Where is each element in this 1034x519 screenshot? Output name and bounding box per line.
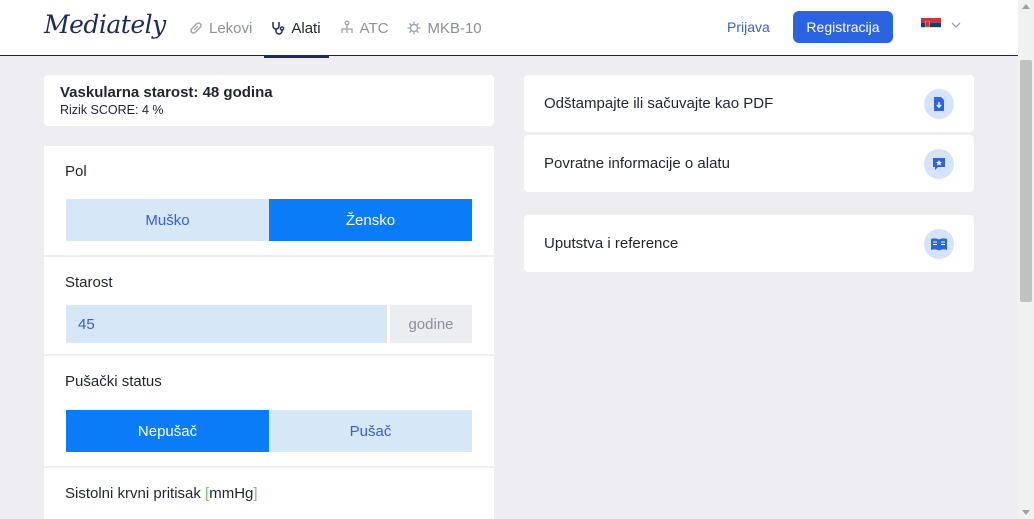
- logo[interactable]: Mediately: [44, 10, 166, 39]
- scroll-down-arrow-icon[interactable]: [1022, 510, 1030, 515]
- language-selector[interactable]: [921, 18, 961, 32]
- virus-icon: [407, 21, 421, 35]
- systolic-section: Sistolni krvni pritisak [mmHg]: [44, 468, 494, 519]
- vascular-age-result: Vaskularna starost: 48 godina: [60, 84, 273, 101]
- book-icon: [924, 228, 954, 259]
- result-card: Vaskularna starost: 48 godina Rizik SCOR…: [44, 75, 494, 126]
- age-input[interactable]: 45: [66, 305, 387, 343]
- sex-option-male[interactable]: Muško: [66, 199, 269, 241]
- score-risk-result: Rizik SCORE: 4 %: [60, 103, 164, 117]
- print-pdf-action[interactable]: Odštampajte ili sačuvajte kao PDF: [524, 75, 974, 132]
- age-section: Starost 45 godine: [44, 257, 494, 354]
- serbia-flag-icon: [921, 18, 941, 32]
- smoking-section: Pušački status Nepušač Pušač: [44, 356, 494, 466]
- page-scrollbar[interactable]: [1018, 0, 1034, 519]
- nav-item-label: Lekovi: [209, 19, 253, 37]
- smoking-option-nonsmoker[interactable]: Nepušač: [66, 410, 269, 452]
- systolic-label: Sistolni krvni pritisak [mmHg]: [65, 485, 258, 502]
- nav-item-alati[interactable]: Alati: [264, 0, 329, 58]
- nav-item-label: MKB-10: [427, 19, 482, 37]
- instructions-action[interactable]: Uputstva i reference: [524, 215, 974, 272]
- action-label: Odštampajte ili sačuvajte kao PDF: [544, 95, 774, 112]
- calculator-form: Pol Muško Žensko Starost 45 godine Pušač…: [44, 146, 494, 519]
- nav-item-lekovi[interactable]: Lekovi: [188, 0, 252, 56]
- action-label: Povratne informacije o alatu: [544, 155, 730, 172]
- systolic-unit: mmHg: [209, 485, 254, 502]
- pdf-download-icon: [924, 88, 954, 119]
- systolic-label-text: Sistolni krvni pritisak: [65, 485, 201, 502]
- hierarchy-icon: [340, 20, 353, 33]
- unit-bracket-close: ]: [253, 485, 258, 502]
- nav-item-atc[interactable]: ATC: [339, 0, 389, 56]
- scroll-up-arrow-icon[interactable]: [1022, 4, 1030, 9]
- smoking-toggle: Nepušač Pušač: [66, 410, 472, 452]
- feedback-action[interactable]: Povratne informacije o alatu: [524, 135, 974, 192]
- top-header: Mediately Lekovi Alati ATC MKB-10 Prijav…: [0, 0, 1018, 58]
- feedback-icon: [924, 148, 954, 179]
- sex-toggle: Muško Žensko: [66, 199, 472, 241]
- sex-option-female[interactable]: Žensko: [269, 199, 472, 241]
- register-button[interactable]: Registracija: [793, 11, 893, 43]
- login-link[interactable]: Prijava: [727, 19, 770, 35]
- stethoscope-icon: [272, 22, 285, 35]
- action-label: Uputstva i reference: [544, 235, 679, 252]
- main-nav: Lekovi Alati ATC MKB-10: [188, 0, 500, 58]
- nav-item-label: Alati: [291, 19, 321, 37]
- sex-label: Pol: [65, 163, 87, 180]
- smoking-label: Pušački status: [65, 373, 162, 390]
- age-unit: godine: [390, 305, 472, 343]
- smoking-option-smoker[interactable]: Pušač: [269, 410, 472, 452]
- chevron-down-icon: [951, 22, 961, 28]
- age-label: Starost: [65, 274, 113, 291]
- nav-item-label: ATC: [359, 19, 389, 37]
- pill-icon: [190, 22, 202, 34]
- scroll-thumb[interactable]: [1020, 60, 1032, 302]
- sex-section: Pol Muško Žensko: [44, 146, 494, 255]
- nav-item-mkb10[interactable]: MKB-10: [406, 0, 482, 56]
